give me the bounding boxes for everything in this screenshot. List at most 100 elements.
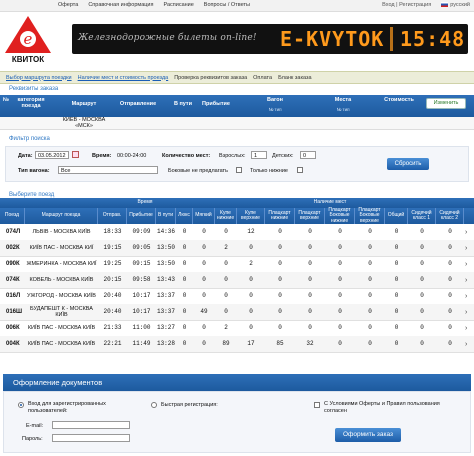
logo[interactable]: е КВИТОК xyxy=(2,13,54,65)
nav-link-offer[interactable]: Оферта xyxy=(58,2,78,8)
date-input[interactable]: 03.05.2012 xyxy=(35,151,69,159)
cell-route: КИЇВ ПАС - МОСКВА КИЇ xyxy=(29,245,94,251)
cell-plats-up: 0 xyxy=(308,260,312,267)
req-col-wagon-sub: № тип xyxy=(268,107,282,112)
cell-sit1: 0 xyxy=(420,228,424,235)
cell-plats-up: 32 xyxy=(306,340,314,347)
cell-plats-low: 0 xyxy=(278,260,282,267)
cell-plats-side-up: 0 xyxy=(368,308,372,315)
cell-plats-up: 0 xyxy=(308,244,312,251)
cell-depart: 19:15 xyxy=(103,244,122,251)
row-arrow-icon[interactable]: › xyxy=(465,320,467,336)
calendar-icon[interactable] xyxy=(72,151,79,158)
flag-icon xyxy=(441,2,449,8)
login-link[interactable]: Вход | Регистрация xyxy=(382,2,431,8)
quick-radio[interactable] xyxy=(151,402,157,408)
req-col-wagon: Вагон xyxy=(267,97,283,103)
col-arrow xyxy=(464,208,474,224)
table-row[interactable]: 074Л ЛЬВІВ - МОСКВА КИЇВ 18:33 09:09 14:36 0 0… xyxy=(0,224,474,241)
reset-button[interactable]: Сбросить xyxy=(387,158,429,170)
table-row[interactable]: 090К ЖМЕРИНКА - МОСКВА КИЇ 19:25 09:15 13:50… xyxy=(0,256,474,273)
side-checkbox[interactable] xyxy=(236,167,242,173)
language-select[interactable]: русский xyxy=(441,2,470,8)
wagon-type-select[interactable]: Все xyxy=(58,166,158,174)
cell-lux: 0 xyxy=(182,324,187,331)
cell-plats-side-low: 0 xyxy=(338,228,342,235)
lower-checkbox[interactable] xyxy=(297,167,303,173)
cell-lux: 0 xyxy=(182,244,187,251)
cell-coupe-up: 0 xyxy=(249,292,253,299)
email-field[interactable] xyxy=(52,421,130,429)
table-row[interactable]: 002К КИЇВ ПАС - МОСКВА КИЇ 19:15 09:05 13:50… xyxy=(0,240,474,257)
row-arrow-icon[interactable]: › xyxy=(465,224,467,240)
cell-coupe-low: 89 xyxy=(222,340,230,347)
cell-transit: 13:27 xyxy=(156,324,175,331)
cell-lux: 0 xyxy=(182,292,187,299)
cell-depart: 18:33 xyxy=(103,228,122,235)
col-arrive: Прибытие xyxy=(127,208,156,224)
requisites-header: № категория поезда Маршрут Отправление В… xyxy=(0,95,474,117)
col-plats-up: Плацкарт верхние xyxy=(295,208,325,224)
top-bar: Оферта Справочная информация Расписание … xyxy=(0,0,474,12)
req-col-seats: Места xyxy=(334,97,352,103)
cell-plats-low: 0 xyxy=(278,244,282,251)
step-route[interactable]: Выбор маршрута поездки xyxy=(6,75,72,81)
cell-common: 0 xyxy=(394,340,399,347)
order-button[interactable]: Оформить заказ xyxy=(335,428,401,442)
cell-common: 0 xyxy=(394,292,399,299)
table-row[interactable]: 016Ш БУДАПЕШТ К - МОСКВА КИЇВ 20:40 10:17 13… xyxy=(0,304,474,321)
cell-common: 0 xyxy=(394,324,399,331)
table-row[interactable]: 006К КИЇВ ПАС - МОСКВА КИЇВ 21:33 11:00 13:2… xyxy=(0,320,474,337)
password-field[interactable] xyxy=(52,434,130,442)
req-col-cost: Стоимость xyxy=(384,97,414,103)
adults-select[interactable]: 1 xyxy=(251,151,267,159)
cell-plats-up: 0 xyxy=(308,228,312,235)
cell-route: БУДАПЕШТ К - МОСКВА КИЇВ xyxy=(30,306,93,318)
lower-label: Только нижние xyxy=(250,168,288,174)
cell-coupe-low: 2 xyxy=(224,244,228,251)
row-arrow-icon[interactable]: › xyxy=(465,240,467,256)
row-arrow-icon[interactable]: › xyxy=(465,256,467,272)
cell-depart: 21:33 xyxy=(103,324,122,331)
row-arrow-icon[interactable]: › xyxy=(465,288,467,304)
table-row[interactable]: 004К КИЇВ ПАС - МОСКВА КИЇВ 22:21 11:49 13:2… xyxy=(0,336,474,353)
col-plats-side-up: Плацкарт Боковые верхние xyxy=(355,207,385,224)
cell-coupe-low: 0 xyxy=(224,260,228,267)
cell-plats-up: 0 xyxy=(308,308,312,315)
row-arrow-icon[interactable]: › xyxy=(465,272,467,288)
col-sit2: Сидячий класс 2 xyxy=(436,208,464,224)
nav-link-info[interactable]: Справочная информация xyxy=(88,2,153,8)
change-button[interactable]: Изменить xyxy=(426,98,466,109)
table-row[interactable]: 016Л УЖГОРОД - МОСКВА КИЇВ 20:40 10:17 13:37… xyxy=(0,288,474,305)
cell-route: КОВЕЛЬ - МОСКВА КИЇВ xyxy=(29,277,94,283)
nav-link-schedule[interactable]: Расписание xyxy=(163,2,193,8)
registered-radio[interactable] xyxy=(18,402,24,408)
cell-coupe-up: 0 xyxy=(249,244,253,251)
cell-soft: 0 xyxy=(202,260,206,267)
row-arrow-icon[interactable]: › xyxy=(465,304,467,320)
cell-plats-side-up: 0 xyxy=(368,340,372,347)
row-arrow-icon[interactable]: › xyxy=(465,336,467,352)
nav-link-faq[interactable]: Вопросы / Ответы xyxy=(204,2,250,8)
cell-coupe-low: 0 xyxy=(224,308,228,315)
col-lux: Люкс xyxy=(176,208,193,224)
cell-lux: 0 xyxy=(182,340,187,347)
req-col-transit: В пути xyxy=(173,101,193,107)
cell-coupe-up: 0 xyxy=(249,324,253,331)
table-row[interactable]: 074К КОВЕЛЬ - МОСКВА КИЇВ 20:15 09:58 13:43 0… xyxy=(0,272,474,289)
col-transit: В пути xyxy=(156,208,176,224)
cell-plats-side-up: 0 xyxy=(368,228,372,235)
cell-lux: 0 xyxy=(182,228,187,235)
registered-label: Вход для зарегистрированных пользователе… xyxy=(28,401,106,414)
email-label: E-mail: xyxy=(26,423,44,429)
cell-coupe-low: 0 xyxy=(224,276,228,283)
cell-arrive: 09:15 xyxy=(132,260,151,267)
agree-checkbox[interactable] xyxy=(314,402,320,408)
time-value[interactable]: 00:00-24:00 xyxy=(117,153,146,159)
children-select[interactable]: 0 xyxy=(300,151,316,159)
cell-common: 0 xyxy=(394,244,399,251)
cell-sit2: 0 xyxy=(448,308,452,315)
cell-plats-side-low: 0 xyxy=(338,244,342,251)
step-seats[interactable]: Наличие мест и стоимость проезда xyxy=(78,75,169,81)
cell-soft: 0 xyxy=(202,292,206,299)
